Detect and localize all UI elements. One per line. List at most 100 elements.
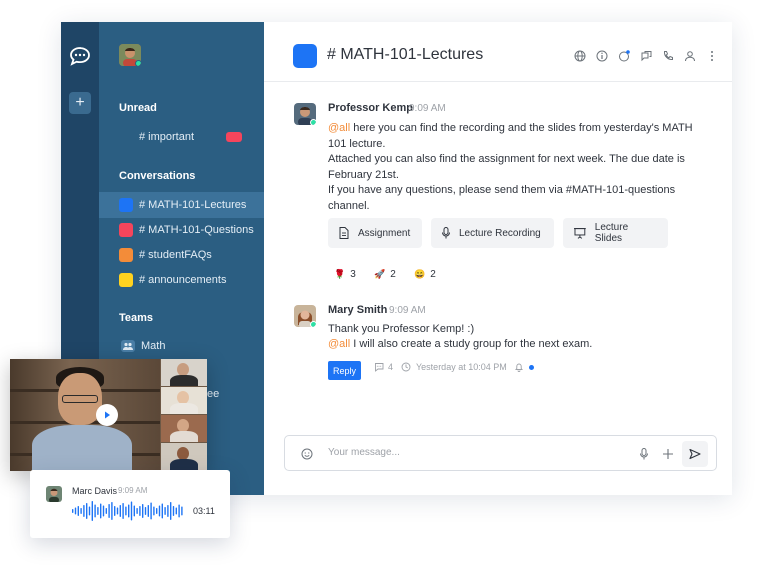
waveform-bar <box>181 506 183 516</box>
reaction-count: 2 <box>390 268 396 280</box>
channel-color-square <box>119 198 133 212</box>
message-text-line: Attached you can also find the assignmen… <box>328 153 685 165</box>
info-icon[interactable] <box>596 50 608 62</box>
waveform-bar <box>100 503 102 519</box>
message-input-placeholder[interactable]: Your message... <box>328 447 400 458</box>
channel-color-square <box>119 248 133 262</box>
reaction-rocket[interactable]: 🚀 2 <box>374 266 396 282</box>
attachment-label: Assignment <box>358 227 411 239</box>
bell-icon <box>515 363 523 372</box>
plus-icon[interactable] <box>662 447 674 465</box>
message-text-line: 101 lecture. <box>328 138 386 150</box>
participant-thumbnail[interactable] <box>161 387 207 414</box>
reaction-rose[interactable]: 🌹 3 <box>334 266 356 282</box>
reaction-count: 3 <box>350 268 356 280</box>
message-author[interactable]: Professor Kemp <box>328 102 413 114</box>
discussion-icon[interactable] <box>640 50 652 62</box>
phone-icon[interactable] <box>662 50 674 62</box>
waveform-bar <box>142 504 144 518</box>
sidebar-item-label: # MATH-101-Questions <box>139 224 254 236</box>
sidebar-item-important[interactable]: # important <box>99 124 264 150</box>
members-icon[interactable] <box>684 50 696 62</box>
message-text-line: @all here you can find the recording and… <box>328 122 693 134</box>
microphone-icon[interactable] <box>640 447 648 465</box>
sidebar-item-label: ee <box>207 388 220 400</box>
waveform-bar <box>158 505 161 517</box>
thread-follow-toggle[interactable] <box>514 362 534 372</box>
message-text-line: channel. <box>328 200 370 212</box>
waveform-bar <box>147 505 149 517</box>
sidebar-item-team-math[interactable]: Math <box>99 333 264 359</box>
message-composer[interactable]: Your message... <box>284 435 717 471</box>
avatar[interactable] <box>294 305 316 327</box>
play-button[interactable] <box>96 404 118 426</box>
waveform-bar <box>156 508 158 514</box>
online-status-dot <box>310 119 316 125</box>
send-button[interactable] <box>682 441 708 467</box>
sidebar-item-label: # announcements <box>139 274 227 286</box>
sidebar-item-studentfaqs[interactable]: # studentFAQs <box>99 242 264 268</box>
waveform-bar <box>83 505 85 517</box>
sidebar-item-math-101-lectures[interactable]: # MATH-101-Lectures <box>99 192 264 218</box>
video-call-preview[interactable] <box>10 359 207 471</box>
audio-message-card[interactable]: Marc Davis 9:09 AM 03:11 <box>30 470 230 538</box>
avatar[interactable] <box>294 103 316 125</box>
waveform-bar <box>153 506 155 516</box>
emoji-icon[interactable] <box>301 447 313 465</box>
thread-icon <box>375 363 384 372</box>
avatar[interactable] <box>46 486 62 502</box>
audio-author: Marc Davis <box>72 486 118 496</box>
message-text-line: Thank you Professor Kemp! :) <box>328 323 475 335</box>
rocketchat-logo-icon[interactable] <box>68 44 92 68</box>
send-icon <box>689 448 701 460</box>
reply-button[interactable]: Reply <box>328 361 361 380</box>
last-reply-time: Yesterday at 10:04 PM <box>401 362 507 372</box>
message-text-line: If you have any questions, please send t… <box>328 184 676 196</box>
attachment-lecture-recording[interactable]: Lecture Recording <box>431 218 554 248</box>
waveform-bar <box>91 501 93 521</box>
sidebar-item-label: # studentFAQs <box>139 249 212 261</box>
message-time: 9:09 AM <box>409 103 446 114</box>
channel-color-square <box>119 223 133 237</box>
attachment-lecture-slides[interactable]: Lecture Slides <box>563 218 668 248</box>
waveform-bar <box>77 506 79 516</box>
team-icon <box>121 340 135 352</box>
sidebar-item-label: # MATH-101-Lectures <box>139 199 247 211</box>
mention-all[interactable]: @all <box>328 338 350 350</box>
waveform-bar <box>86 503 88 519</box>
sidebar-item-math-101-questions[interactable]: # MATH-101-Questions <box>99 217 264 243</box>
participant-thumbnail[interactable] <box>161 359 207 386</box>
waveform-bar <box>108 504 110 518</box>
attachment-assignment[interactable]: Assignment <box>328 218 422 248</box>
waveform-bar <box>150 502 152 520</box>
waveform-bar <box>114 506 116 516</box>
waveform-bar <box>122 503 124 519</box>
participant-thumbnail[interactable] <box>161 443 207 470</box>
clock-icon <box>401 362 411 372</box>
audio-waveform[interactable] <box>72 500 185 522</box>
threads-icon[interactable] <box>618 50 630 62</box>
sidebar-item-label: Math <box>141 340 166 352</box>
waveform-bar <box>97 507 99 515</box>
room-title: # MATH-101-Lectures <box>327 46 484 63</box>
rocket-emoji-icon: 🚀 <box>374 268 386 279</box>
reaction-smile[interactable]: 😄 2 <box>414 266 436 282</box>
waveform-bar <box>175 507 177 515</box>
unread-dot <box>529 364 534 370</box>
participant-thumbnail[interactable] <box>161 415 207 442</box>
kebab-menu-icon[interactable] <box>706 50 718 62</box>
audio-time: 9:09 AM <box>118 486 148 495</box>
globe-icon[interactable] <box>574 50 586 62</box>
online-status-dot <box>310 321 316 327</box>
message-author[interactable]: Mary Smith <box>328 304 387 316</box>
mention-all[interactable]: @all <box>328 122 350 134</box>
add-workspace-button[interactable]: + <box>69 92 91 114</box>
thread-reply-count[interactable]: 4 <box>374 362 393 372</box>
sidebar-item-announcements[interactable]: # announcements <box>99 267 264 293</box>
conversations-section-title: Conversations <box>119 170 196 182</box>
waveform-bar <box>74 507 77 515</box>
online-status-dot <box>135 60 141 66</box>
user-avatar[interactable] <box>119 44 141 66</box>
message-text-line: February 21st. <box>328 169 399 181</box>
waveform-bar <box>178 504 180 518</box>
